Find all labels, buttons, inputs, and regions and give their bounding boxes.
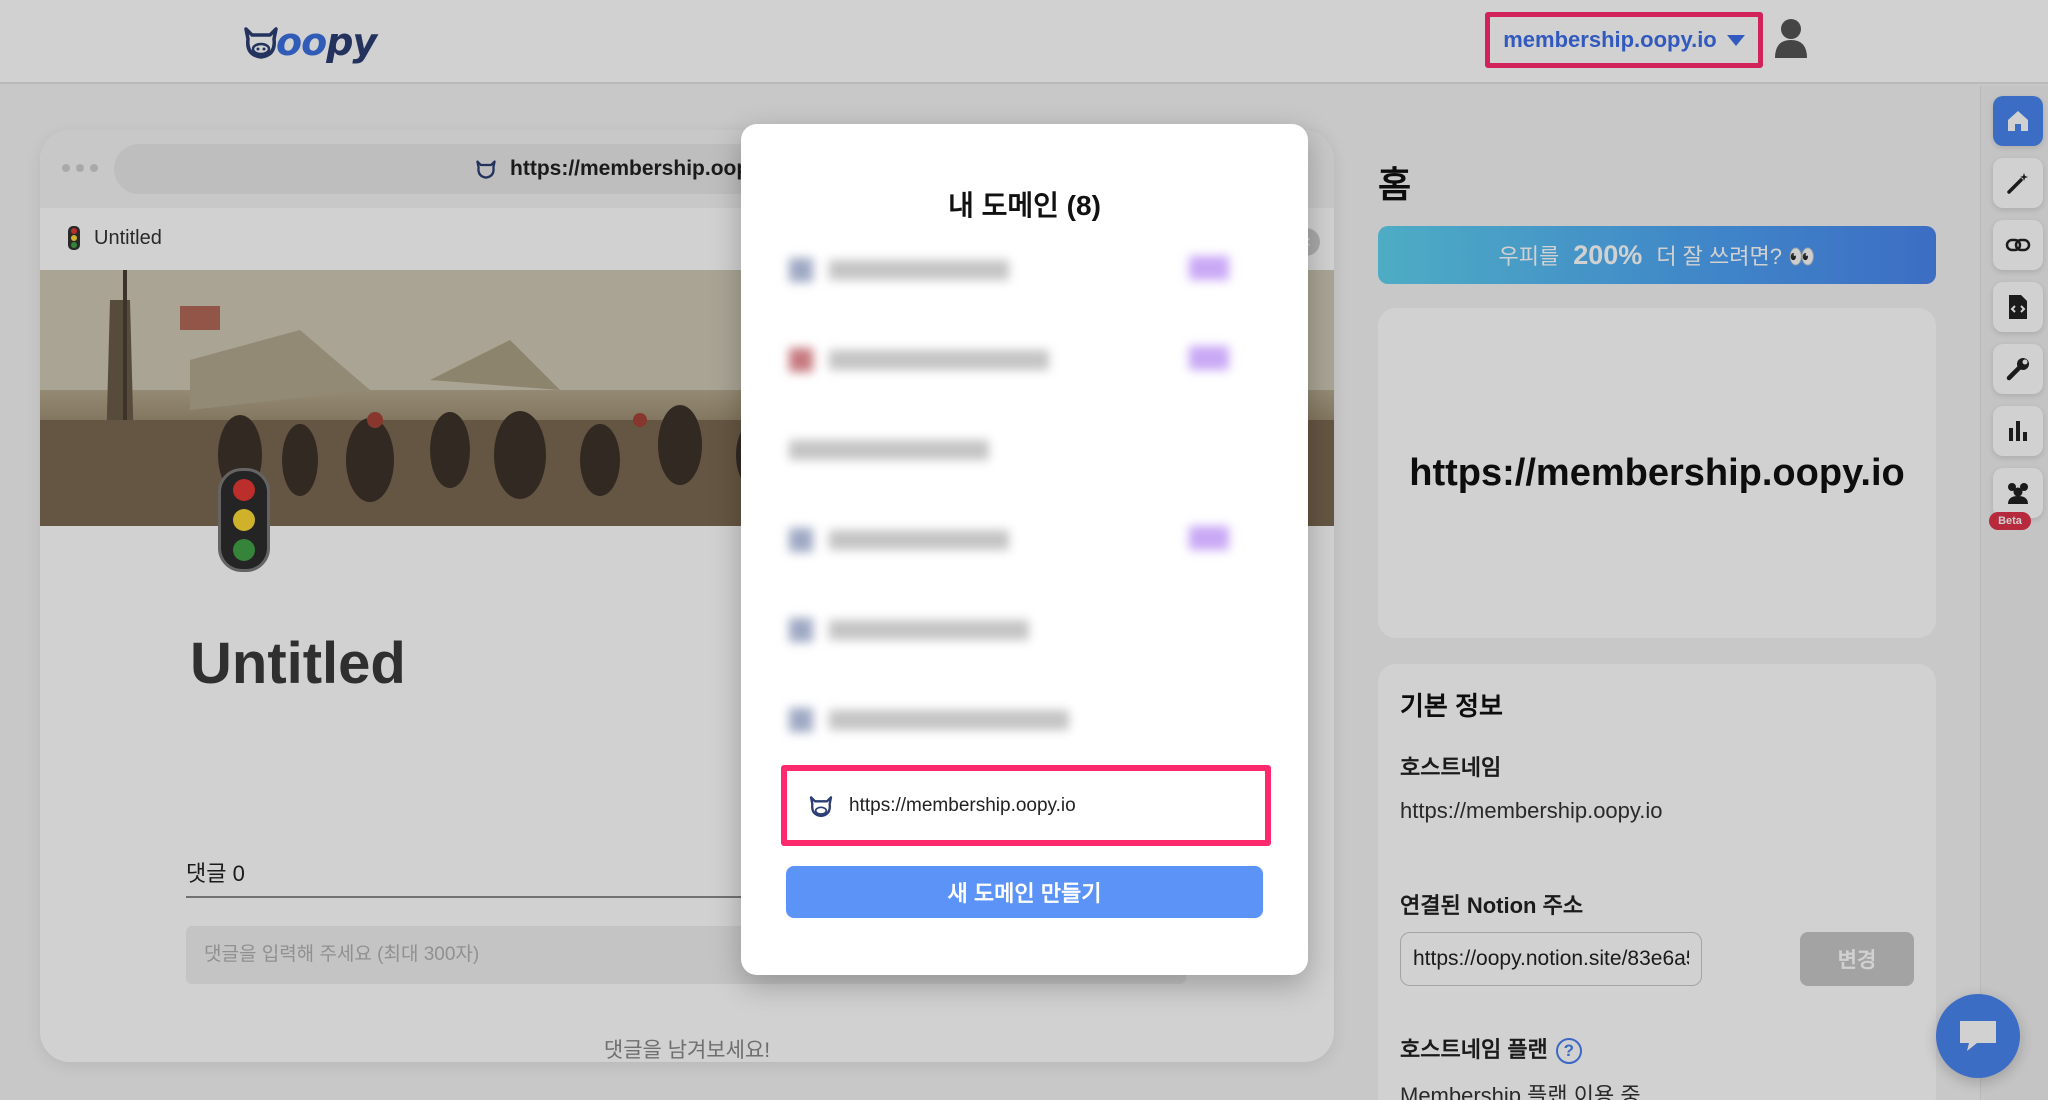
selected-domain-item[interactable]: https://membership.oopy.io <box>781 765 1271 846</box>
modal-title: 내 도메인 (8) <box>948 190 1101 221</box>
blurred-domain-item[interactable] <box>789 610 1259 650</box>
selected-domain-label: https://membership.oopy.io <box>849 794 1076 816</box>
cow-logo-icon <box>809 795 833 817</box>
my-domains-modal: 내 도메인 (8) https://membership.oopy.io 새 도… <box>741 124 1308 975</box>
blurred-domain-item[interactable] <box>789 700 1259 740</box>
blurred-domain-item[interactable] <box>789 520 1259 560</box>
new-domain-button[interactable]: 새 도메인 만들기 <box>786 866 1263 918</box>
blurred-domain-item[interactable] <box>789 430 1259 470</box>
blurred-domain-item[interactable] <box>789 250 1259 290</box>
blurred-domain-item[interactable] <box>789 340 1259 380</box>
